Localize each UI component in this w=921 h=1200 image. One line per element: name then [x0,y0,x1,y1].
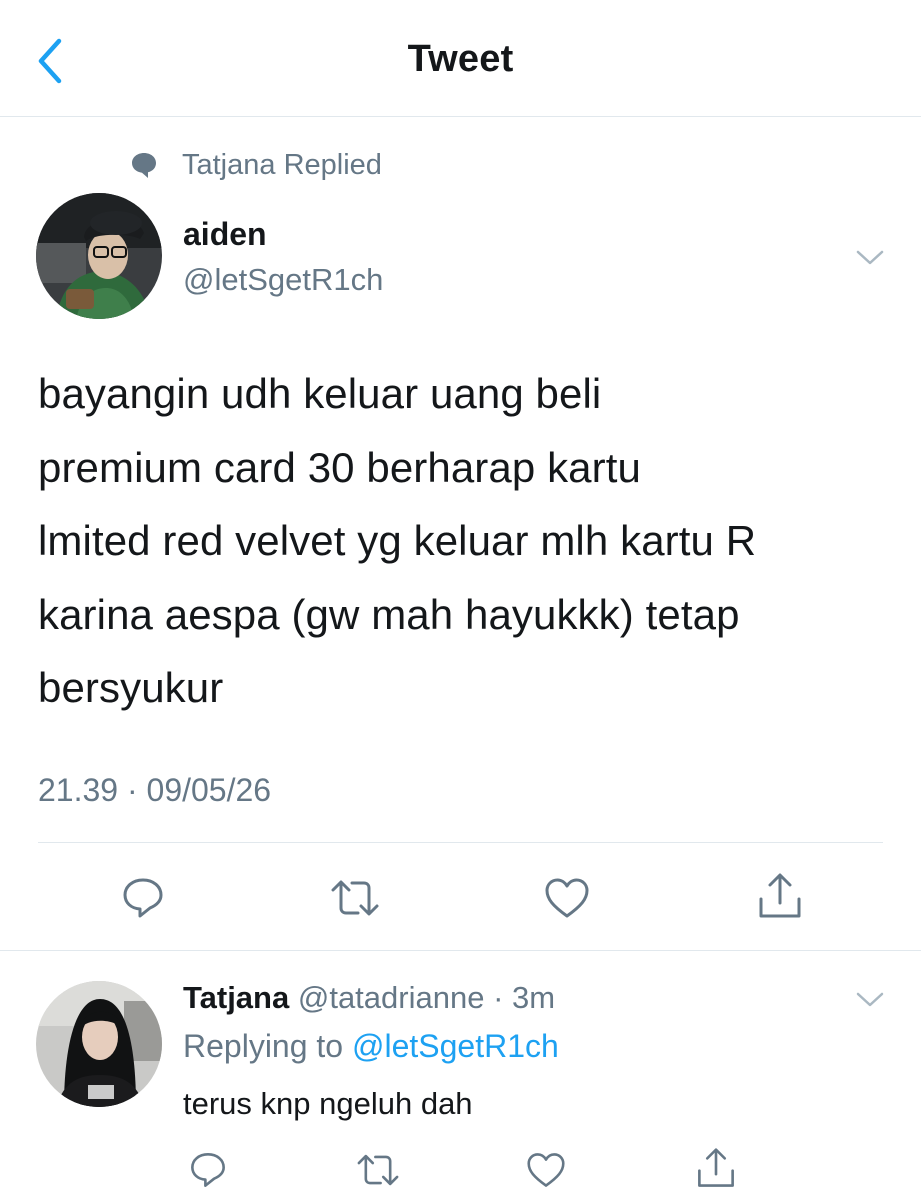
tweet-text: bayangin udh keluar uang beli premium ca… [38,357,898,725]
tweet-action-bar [0,868,921,928]
reply-text: terus knp ngeluh dah [183,1086,473,1121]
retweet-icon [357,1154,399,1186]
reply-button[interactable] [180,1142,236,1198]
reply-header: Tatjana @tatadrianne · 3m [183,980,555,1016]
replying-to-label: Replying to [183,1028,352,1064]
reply-author-name[interactable]: Tatjana [183,980,289,1015]
replied-label: Tatjana Replied [182,148,382,181]
retweet-button[interactable] [350,1142,406,1198]
top-nav-bar: Tweet [0,0,921,117]
tweet-timestamp[interactable]: 21.39 · 09/05/26 [38,772,271,809]
tweet-text-line: karina aespa (gw mah hayukkk) tetap [38,590,740,638]
divider [38,842,883,843]
tweet-text-line: lmited red velvet yg keluar mlh kartu R [38,517,757,564]
reply-context: Tatjana Replied [128,145,382,185]
chevron-down-icon[interactable] [850,982,890,1016]
replying-to: Replying to @letSgetR1ch [183,1028,559,1065]
tweet-text-line: bersyukur [38,664,224,711]
like-icon [527,1153,565,1187]
reply-action-bar [0,1142,921,1198]
share-button[interactable] [752,868,808,924]
speech-bubble-icon [132,153,156,178]
reply-icon [191,1153,225,1187]
share-icon [698,1148,734,1187]
tweet-text-line: premium card 30 berharap kartu [38,443,641,491]
author-name[interactable]: aiden [183,216,267,253]
divider [0,950,921,951]
page-title: Tweet [407,38,514,80]
reply-author-handle[interactable]: @tatadrianne [298,980,485,1015]
share-icon [759,873,801,918]
like-icon [545,878,589,918]
tweet-detail-screen: Tweet Tatjana Replied aiden @letSgetR1ch… [0,0,921,1200]
replying-to-handle-link[interactable]: @letSgetR1ch [352,1028,559,1064]
author-handle[interactable]: @letSgetR1ch [183,262,383,298]
avatar[interactable] [36,981,162,1107]
reply-button[interactable] [115,870,171,926]
reply-separator: · [484,980,513,1015]
avatar[interactable] [36,193,162,319]
share-button[interactable] [688,1140,744,1196]
avatar-photo [36,981,162,1107]
chevron-down-icon[interactable] [850,240,890,274]
reply-time[interactable]: 3m [512,980,555,1015]
retweet-button[interactable] [327,870,383,926]
like-button[interactable] [539,870,595,926]
avatar-photo [36,193,162,319]
like-button[interactable] [518,1142,574,1198]
reply-icon [123,878,163,918]
tweet-text-line: bayangin udh keluar uang beli [38,370,602,417]
retweet-icon [331,880,379,916]
